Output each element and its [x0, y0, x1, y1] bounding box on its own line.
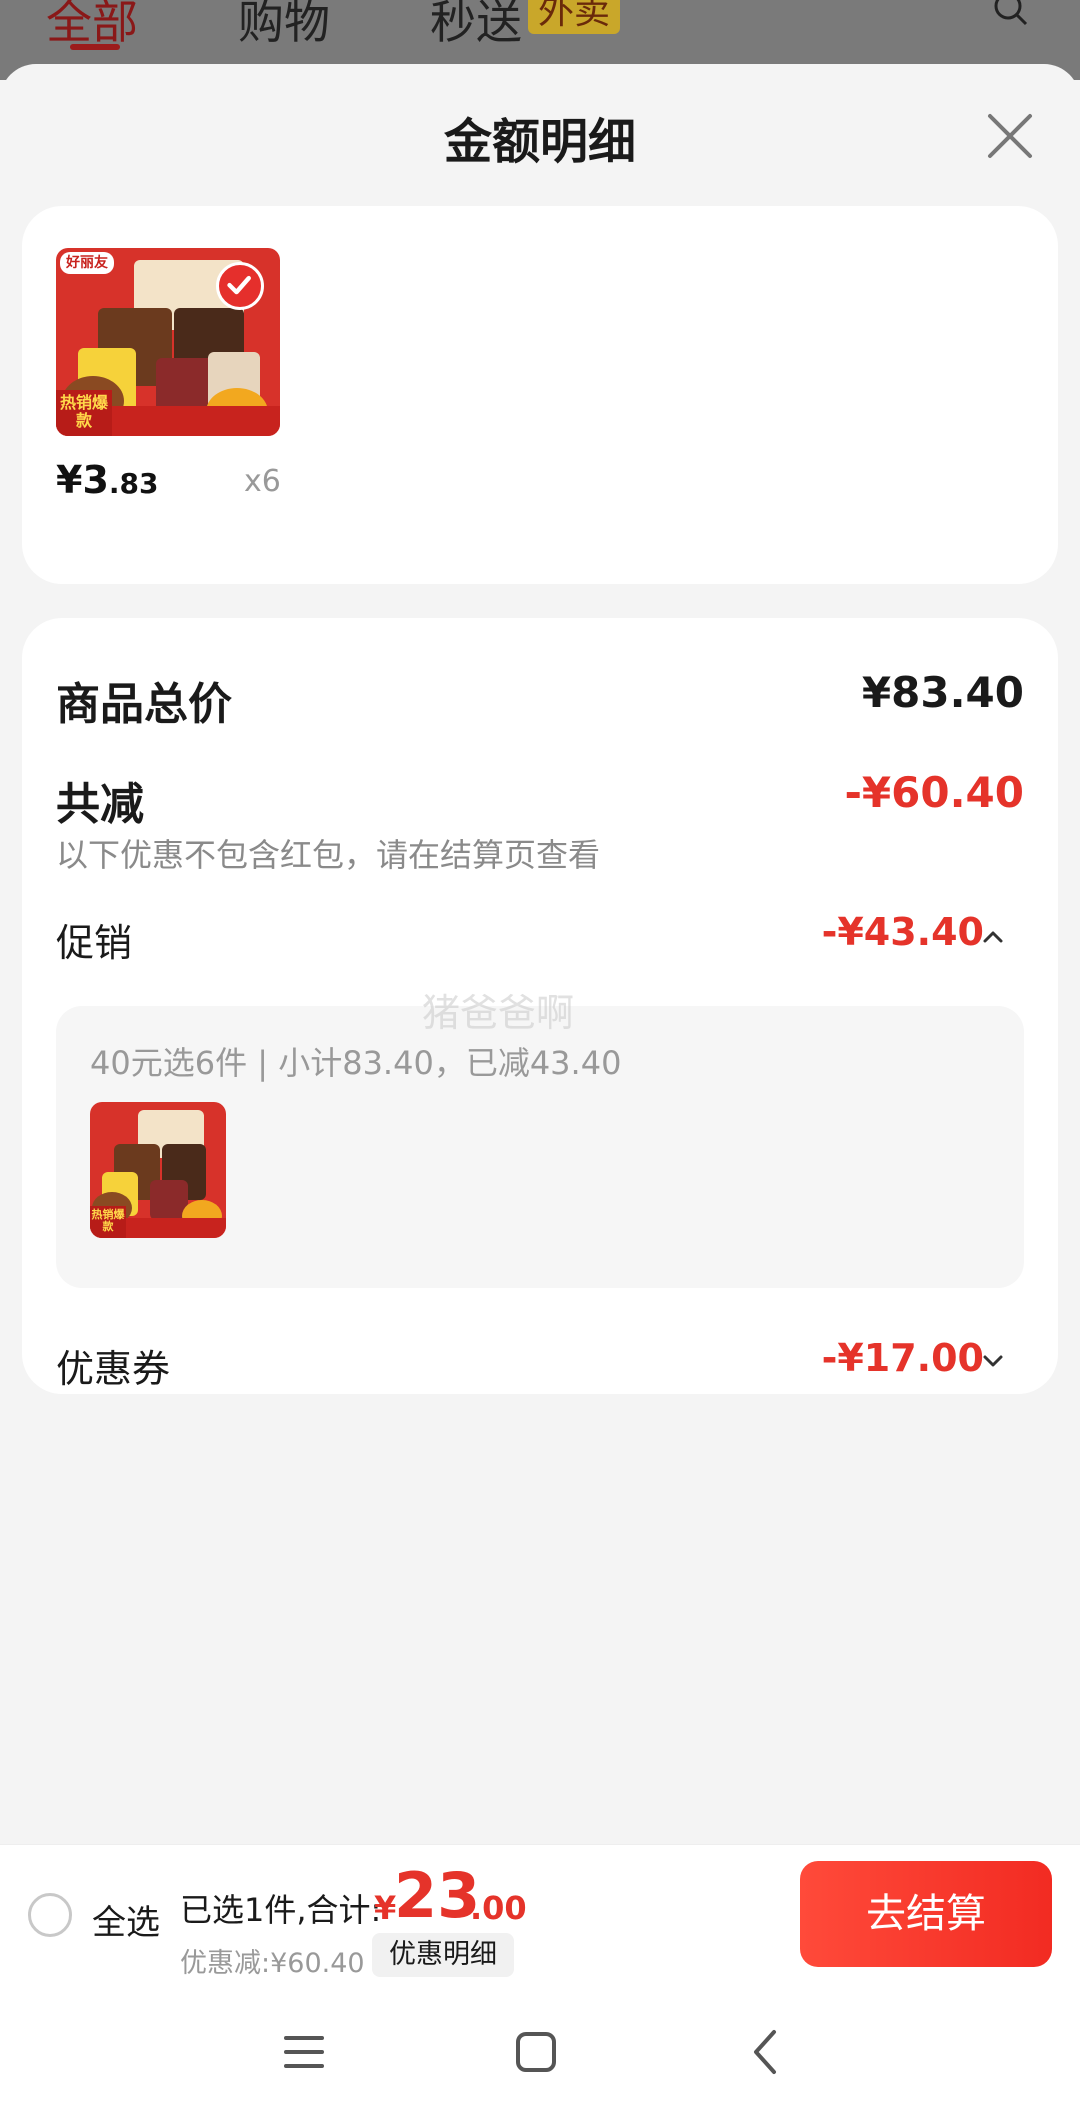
close-icon[interactable] — [982, 108, 1038, 164]
promo-product-image: 热销爆款 — [90, 1102, 226, 1238]
reduce-label: 共减 — [56, 779, 144, 830]
product-image[interactable]: 热销爆款 好丽友 — [56, 248, 280, 436]
select-all-radio[interactable] — [28, 1893, 72, 1937]
select-all-label[interactable]: 全选 — [92, 1895, 160, 1944]
selected-check — [216, 262, 264, 310]
promo-detail-box: 40元选6件 | 小计83.40，已减43.40 热销爆款 — [56, 1006, 1024, 1288]
tab-instant: 秒送 — [430, 0, 522, 49]
home-icon[interactable] — [508, 2024, 564, 2080]
tab-shopping: 购物 — [238, 0, 330, 49]
total-amount-dec: .00 — [470, 1889, 527, 1927]
reduce-value: -¥60.40 — [844, 768, 1024, 817]
total-amount-int: 23 — [394, 1859, 481, 1932]
amount-detail-sheet: 金额明细 热销爆款 好丽友 ¥3.83 x6 商品总价 ¥83.40 共减 -¥… — [0, 64, 1080, 1844]
bottom-action-bar: 全选 已选1件,合计: ¥ 23 .00 优惠减:¥60.40 优惠明细 去结算 — [0, 1844, 1080, 1984]
checkout-button[interactable]: 去结算 — [800, 1861, 1052, 1967]
coupon-value[interactable]: -¥17.00 — [822, 1336, 984, 1380]
discount-detail-button[interactable]: 优惠明细 — [372, 1933, 514, 1977]
search-icon — [994, 0, 1028, 26]
back-icon[interactable] — [740, 2024, 796, 2080]
discount-summary: 优惠减:¥60.40 — [180, 1948, 365, 1979]
selected-count-text: 已选1件,合计: — [180, 1891, 382, 1929]
takeout-badge: 外卖 — [528, 0, 621, 34]
promo-detail-text: 40元选6件 | 小计83.40，已减43.40 — [90, 1044, 622, 1082]
discount-note: 以下优惠不包含红包，请在结算页查看 — [56, 836, 601, 874]
tab-underline — [70, 44, 120, 50]
check-icon — [227, 275, 251, 295]
unit-price: ¥3.83 — [56, 458, 159, 502]
quantity: x6 — [244, 464, 281, 499]
promo-label: 促销 — [56, 921, 133, 965]
chevron-up-icon[interactable] — [980, 924, 1006, 950]
brand-logo: 好丽友 — [60, 252, 114, 274]
sheet-title: 金额明细 — [443, 114, 636, 170]
total-value: ¥83.40 — [861, 668, 1024, 717]
chevron-down-icon[interactable] — [980, 1348, 1006, 1374]
menu-icon[interactable] — [276, 2024, 332, 2080]
promo-value[interactable]: -¥43.40 — [822, 910, 984, 954]
system-navigation-bar — [0, 1984, 1080, 2118]
watermark: 猪爸爸啊 — [422, 991, 575, 1035]
coupon-label: 优惠券 — [56, 1347, 171, 1391]
total-label: 商品总价 — [56, 679, 232, 730]
hot-tag: 热销爆款 — [56, 390, 112, 436]
product-card: 热销爆款 好丽友 ¥3.83 x6 — [22, 206, 1058, 584]
total-currency: ¥ — [374, 1889, 397, 1927]
